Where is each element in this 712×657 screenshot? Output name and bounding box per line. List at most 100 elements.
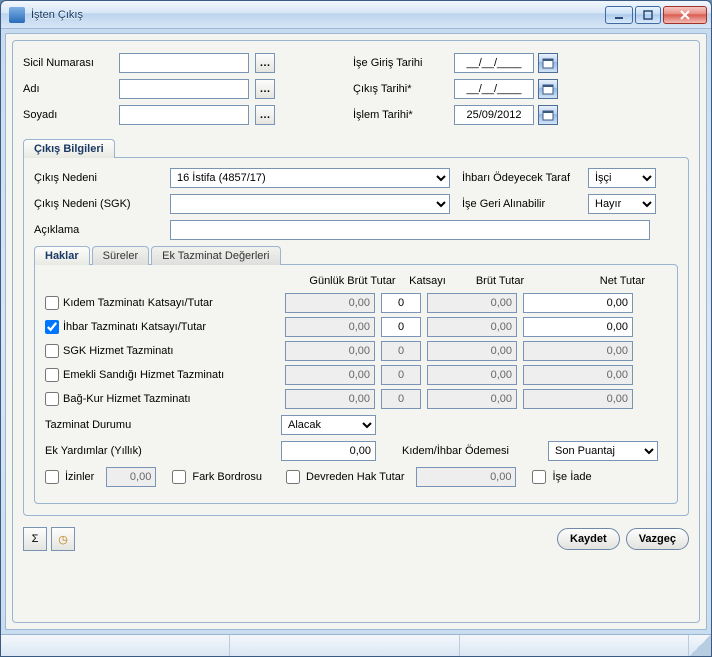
brut-input[interactable] — [427, 389, 517, 409]
sigma-icon: Σ — [32, 533, 39, 545]
close-button[interactable] — [663, 6, 707, 24]
katsayi-input[interactable] — [381, 365, 421, 385]
app-icon — [9, 7, 25, 23]
izinler-input[interactable] — [106, 467, 156, 487]
cikis-nedeni-label: Çıkış Nedeni — [34, 172, 164, 184]
islem-tarihi-picker-button[interactable] — [538, 105, 558, 125]
row-label: İhbar Tazminatı Katsayı/Tutar — [63, 321, 206, 333]
cikis-nedeni-sgk-label: Çıkış Nedeni (SGK) — [34, 198, 164, 210]
katsayi-input[interactable] — [381, 293, 421, 313]
cikis-tarihi-picker-button[interactable] — [538, 79, 558, 99]
ise-giris-label: İşe Giriş Tarihi — [353, 57, 448, 69]
devreden-label: Devreden Hak Tutar — [306, 471, 404, 483]
gunluk-input[interactable] — [285, 389, 375, 409]
minimize-button[interactable] — [605, 6, 633, 24]
ise-iade-label: İşe İade — [552, 471, 591, 483]
brut-input[interactable] — [427, 365, 517, 385]
row-label: Bağ-Kur Hizmet Tazminatı — [63, 393, 191, 405]
katsayi-input[interactable] — [381, 341, 421, 361]
tab-sureler[interactable]: Süreler — [92, 246, 149, 265]
tab-haklar-pane: Günlük Brüt Tutar Katsayı Brüt Tutar Net… — [34, 264, 678, 504]
islem-tarihi-date[interactable] — [454, 105, 534, 125]
net-input[interactable] — [523, 317, 633, 337]
izinler-checkbox[interactable] — [45, 470, 59, 484]
net-input[interactable] — [523, 365, 633, 385]
tazminat-row: SGK Hizmet Tazminatı — [45, 341, 667, 361]
maximize-button[interactable] — [635, 6, 661, 24]
ise-giris-date[interactable] — [454, 53, 534, 73]
ise-geri-label: İşe Geri Alınabilir — [462, 198, 582, 210]
gunluk-input[interactable] — [285, 293, 375, 313]
col-net: Net Tutar — [545, 275, 645, 287]
aciklama-input[interactable] — [170, 220, 650, 240]
kaydet-button[interactable]: Kaydet — [557, 528, 620, 550]
kidem-ihbar-label: Kıdem/İhbar Ödemesi — [402, 445, 542, 457]
col-brut: Brüt Tutar — [455, 275, 545, 287]
ek-yardim-input[interactable] — [281, 441, 376, 461]
tazminat-durumu-select[interactable]: Alacak — [281, 415, 376, 435]
soyadi-label: Soyadı — [23, 109, 113, 121]
ek-yardim-label: Ek Yardımlar (Yıllık) — [45, 445, 275, 457]
gunluk-input[interactable] — [285, 341, 375, 361]
vazgec-button[interactable]: Vazgeç — [626, 528, 689, 550]
net-input[interactable] — [523, 293, 633, 313]
tazminat-durumu-label: Tazminat Durumu — [45, 419, 275, 431]
brut-input[interactable] — [427, 341, 517, 361]
net-input[interactable] — [523, 389, 633, 409]
kidem-ihbar-select[interactable]: Son Puantaj — [548, 441, 658, 461]
row-checkbox[interactable] — [45, 344, 59, 358]
devreden-checkbox[interactable] — [286, 470, 300, 484]
main-panel: Sicil Numarası … Adı … Soyadı … — [12, 40, 700, 623]
window-title: İşten Çıkış — [31, 9, 603, 21]
adi-input[interactable] — [119, 79, 249, 99]
gunluk-input[interactable] — [285, 317, 375, 337]
cikis-tarihi-label: Çıkış Tarihi* — [353, 83, 448, 95]
tazminat-row: Emekli Sandığı Hizmet Tazminatı — [45, 365, 667, 385]
sicil-label: Sicil Numarası — [23, 57, 113, 69]
status-bar — [1, 634, 711, 656]
katsayi-input[interactable] — [381, 389, 421, 409]
islem-tarihi-label: İşlem Tarihi* — [353, 109, 448, 121]
titlebar: İşten Çıkış — [1, 1, 711, 29]
calendar-icon — [542, 57, 554, 69]
calendar-icon — [542, 83, 554, 95]
calendar-icon — [542, 109, 554, 121]
cikis-nedeni-select[interactable]: 16 İstifa (4857/17) — [170, 168, 450, 188]
tazminat-row: Kıdem Tazminatı Katsayı/Tutar — [45, 293, 667, 313]
brut-input[interactable] — [427, 293, 517, 313]
row-checkbox[interactable] — [45, 368, 59, 382]
fark-bordrosu-checkbox[interactable] — [172, 470, 186, 484]
sicil-input[interactable] — [119, 53, 249, 73]
ise-giris-picker-button[interactable] — [538, 53, 558, 73]
devreden-input[interactable] — [416, 467, 516, 487]
ise-iade-checkbox[interactable] — [532, 470, 546, 484]
ihbari-label: İhbarı Ödeyecek Taraf — [462, 172, 582, 184]
col-katsayi: Katsayı — [400, 275, 455, 287]
sicil-lookup-button[interactable]: … — [255, 53, 275, 73]
tab-ek-tazminat[interactable]: Ek Tazminat Değerleri — [151, 246, 280, 265]
brut-input[interactable] — [427, 317, 517, 337]
ise-geri-select[interactable]: Hayır — [588, 194, 656, 214]
cikis-tarihi-date[interactable] — [454, 79, 534, 99]
tazminat-row: Bağ-Kur Hizmet Tazminatı — [45, 389, 667, 409]
tab-cikis-bilgileri[interactable]: Çıkış Bilgileri — [23, 139, 115, 158]
net-input[interactable] — [523, 341, 633, 361]
app-window: İşten Çıkış Sicil Numarası … Adı … — [0, 0, 712, 657]
soyadi-lookup-button[interactable]: … — [255, 105, 275, 125]
row-checkbox[interactable] — [45, 392, 59, 406]
timer-button[interactable]: ◷ — [51, 527, 75, 551]
tab-haklar[interactable]: Haklar — [34, 246, 90, 265]
ihbari-select[interactable]: İşçi — [588, 168, 656, 188]
tazminat-row: İhbar Tazminatı Katsayı/Tutar — [45, 317, 667, 337]
row-label: Kıdem Tazminatı Katsayı/Tutar — [63, 297, 213, 309]
adi-lookup-button[interactable]: … — [255, 79, 275, 99]
adi-label: Adı — [23, 83, 113, 95]
cikis-nedeni-sgk-select[interactable] — [170, 194, 450, 214]
row-checkbox[interactable] — [45, 296, 59, 310]
soyadi-input[interactable] — [119, 105, 249, 125]
aciklama-label: Açıklama — [34, 224, 164, 236]
sigma-button[interactable]: Σ — [23, 527, 47, 551]
gunluk-input[interactable] — [285, 365, 375, 385]
katsayi-input[interactable] — [381, 317, 421, 337]
row-checkbox[interactable] — [45, 320, 59, 334]
